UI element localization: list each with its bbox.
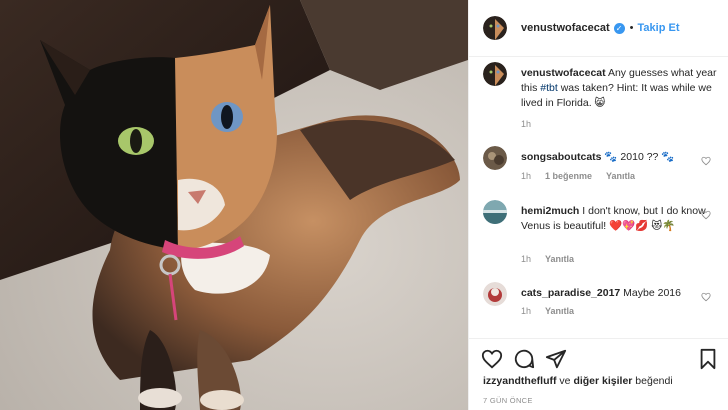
author-avatar[interactable] [483, 16, 507, 40]
comment-item: songsaboutcats 🐾 2010 ?? 🐾 1h 1 beğenme Ya… [483, 146, 723, 186]
comment-likes[interactable]: 1 beğenme [545, 171, 592, 181]
comment-avatar[interactable] [483, 146, 507, 170]
comment-username[interactable]: cats_paradise_2017 [521, 287, 620, 299]
comment-username[interactable]: hemi2much [521, 205, 579, 217]
comment-body: songsaboutcats 🐾 2010 ?? 🐾 [521, 150, 707, 165]
verified-icon: ✓ [613, 22, 625, 34]
comment-item: cats_paradise_2017 Maybe 2016 1h Yanıtla [483, 282, 723, 322]
reply-button[interactable]: Yanıtla [545, 306, 574, 316]
comment-body: hemi2much I don't know, but I do know Ve… [521, 204, 707, 234]
like-heart-icon[interactable] [481, 348, 503, 370]
caption-meta: 1h [521, 119, 531, 129]
comment-meta: 1h Yanıtla [521, 254, 574, 264]
action-bar [469, 338, 728, 378]
likes-summary: izzyandthefluff ve diğer kişiler beğendi [483, 375, 673, 387]
comment-body: cats_paradise_2017 Maybe 2016 [521, 286, 707, 301]
comment-time[interactable]: 1h [521, 306, 531, 316]
author-username[interactable]: venustwofacecat [521, 22, 610, 34]
share-icon[interactable] [545, 348, 567, 370]
reply-button[interactable]: Yanıtla [545, 254, 574, 264]
comments-list[interactable]: venustwofacecat Any guesses what year th… [469, 58, 728, 336]
others-link[interactable]: diğer kişiler [573, 375, 632, 387]
liker-username[interactable]: izzyandthefluff [483, 375, 557, 387]
separator-dot: • [629, 22, 634, 34]
post-side-panel: venustwofacecat ✓ • Takip Et venustwofac… [468, 0, 728, 410]
comment-avatar[interactable] [483, 282, 507, 306]
heart-icon[interactable] [701, 292, 711, 302]
post-header: venustwofacecat ✓ • Takip Et [469, 0, 728, 57]
reply-button[interactable]: Yanıtla [606, 171, 635, 181]
cat-photo-image [0, 0, 468, 410]
comment-icon[interactable] [513, 348, 535, 370]
caption-hashtag[interactable]: #tbt [540, 82, 558, 94]
caption-avatar[interactable] [483, 62, 507, 86]
heart-icon[interactable] [701, 210, 711, 220]
comment-meta: 1h 1 beğenme Yanıtla [521, 171, 635, 181]
comment-text: 🐾 2010 ?? 🐾 [601, 151, 675, 163]
caption-username[interactable]: venustwofacecat [521, 67, 606, 79]
heart-icon[interactable] [701, 156, 711, 166]
comment-username[interactable]: songsaboutcats [521, 151, 602, 163]
likes-connector: ve [556, 375, 574, 387]
comment-avatar[interactable] [483, 200, 507, 224]
likes-suffix: beğendi [632, 375, 673, 387]
caption-time[interactable]: 1h [521, 119, 531, 129]
caption: venustwofacecat Any guesses what year th… [483, 62, 723, 132]
comment-meta: 1h Yanıtla [521, 306, 574, 316]
comment-item: hemi2much I don't know, but I do know Ve… [483, 200, 723, 270]
bookmark-icon[interactable] [697, 348, 719, 370]
follow-button[interactable]: Takip Et [638, 22, 680, 34]
comment-time[interactable]: 1h [521, 254, 531, 264]
instagram-post: venustwofacecat ✓ • Takip Et venustwofac… [0, 0, 728, 410]
post-date[interactable]: 7 GÜN ÖNCE [483, 396, 533, 405]
comment-time[interactable]: 1h [521, 171, 531, 181]
comment-text: Maybe 2016 [620, 287, 681, 299]
post-photo[interactable] [0, 0, 468, 410]
caption-body: venustwofacecat Any guesses what year th… [521, 66, 721, 111]
